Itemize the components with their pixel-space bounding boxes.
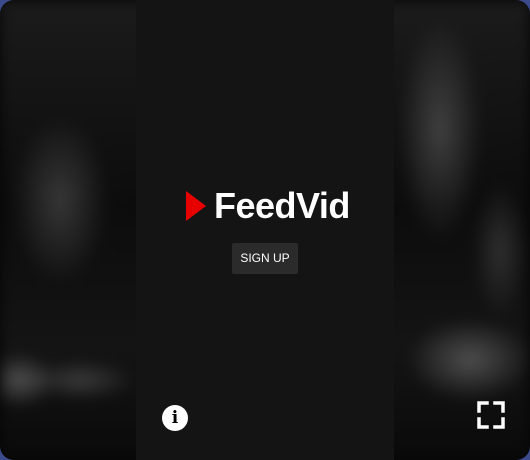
- info-button[interactable]: i: [162, 405, 188, 431]
- sign-up-button[interactable]: SIGN UP: [232, 243, 298, 274]
- brand-name: FeedVid: [214, 185, 350, 226]
- info-circle-icon: i: [171, 407, 179, 428]
- fullscreen-button[interactable]: [477, 401, 505, 429]
- brand-logo: FeedVid: [186, 186, 350, 226]
- play-icon: [186, 191, 206, 221]
- video-player: FeedVid SIGN UP i: [0, 0, 530, 460]
- fullscreen-icon: [477, 401, 505, 429]
- center-panel: [136, 0, 394, 460]
